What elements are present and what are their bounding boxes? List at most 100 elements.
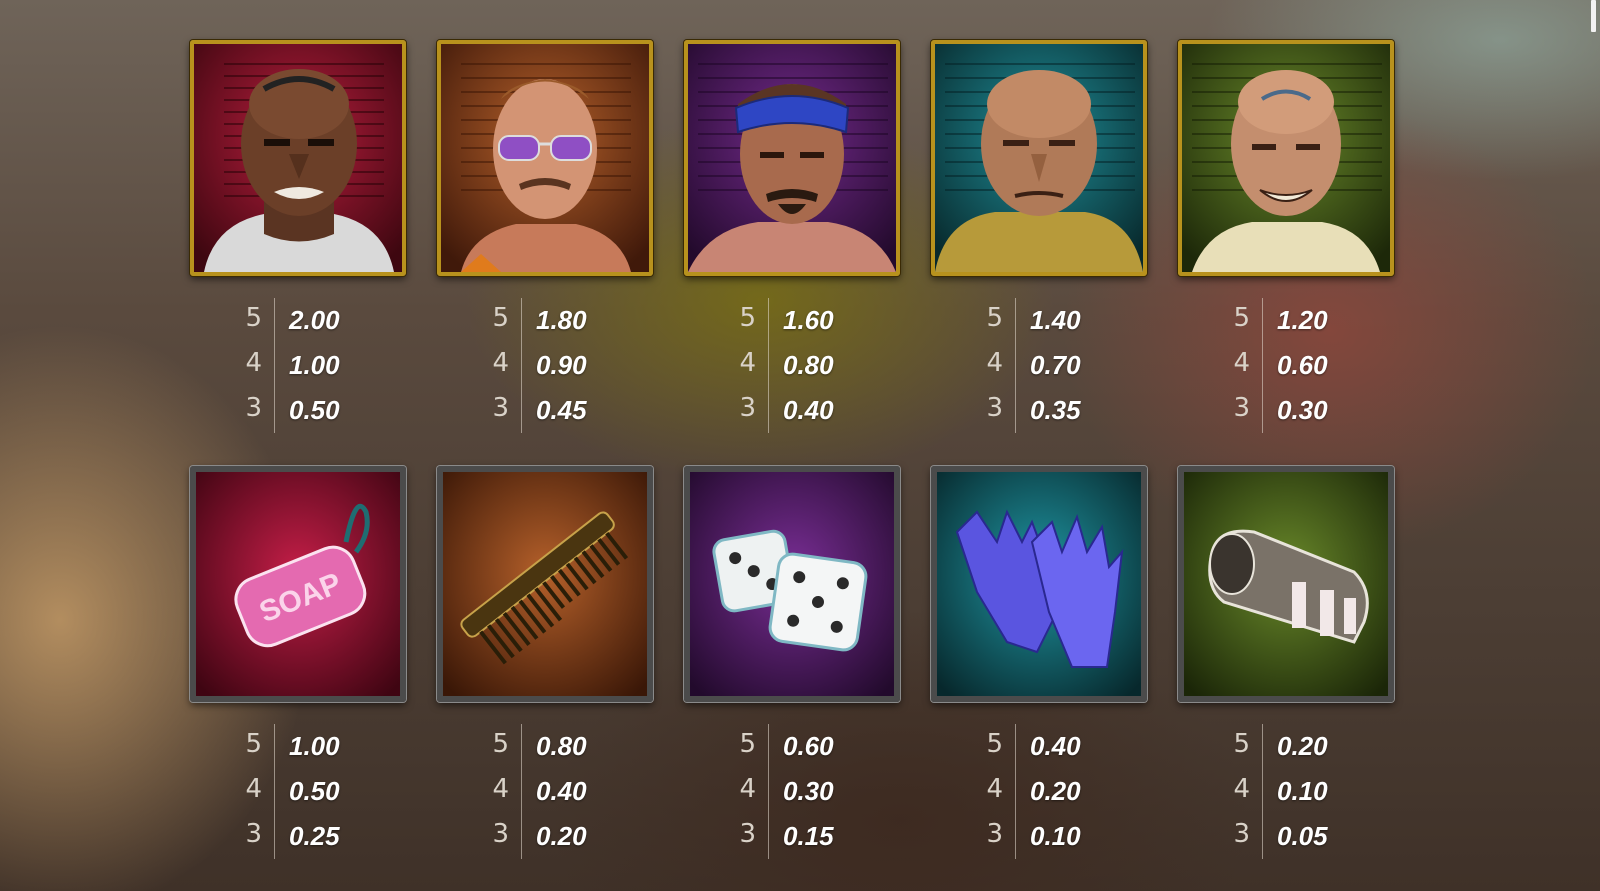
payout-value: 0.35: [1030, 395, 1081, 425]
payout-value: 0.45: [536, 395, 587, 425]
payout-value: 0.60: [1277, 350, 1328, 380]
scrollbar-thumb[interactable]: [1591, 0, 1596, 32]
payout-count: 3: [729, 388, 769, 433]
paytable: 5 1.20 4 0.60 3 0.30: [1178, 298, 1394, 433]
payout-count: 5: [1223, 298, 1263, 343]
payout-value: 0.80: [783, 350, 834, 380]
symbol-frame: SOAP: [190, 466, 406, 702]
payout-count: 5: [482, 298, 522, 343]
payout-count: 4: [482, 769, 522, 814]
payout-value: 0.40: [536, 776, 587, 806]
soap-icon: SOAP: [196, 472, 400, 696]
payout-value: 0.80: [536, 731, 587, 761]
payout-value: 0.25: [289, 821, 340, 851]
payout-value: 0.90: [536, 350, 587, 380]
symbol-card-orange-inmate: 5 1.80 4 0.90 3 0.45: [437, 40, 653, 433]
symbol-card-gloves: 5 0.40 4 0.20 3 0.10: [931, 466, 1147, 859]
symbol-card-red-inmate: 5 2.00 4 1.00 3 0.50: [190, 40, 406, 433]
gloves-icon: [937, 472, 1141, 696]
payout-value: 0.60: [783, 731, 834, 761]
payout-value: 0.40: [783, 395, 834, 425]
payout-value: 0.15: [783, 821, 834, 851]
payout-value: 0.40: [1030, 731, 1081, 761]
payout-count: 5: [235, 724, 275, 769]
comb-icon: [443, 472, 647, 696]
symbol-frame: [437, 40, 653, 276]
payout-count: 4: [976, 343, 1016, 388]
bald-inmate-portrait: [935, 44, 1143, 272]
symbol-card-comb: 5 0.80 4 0.40 3 0.20: [437, 466, 653, 859]
payout-count: 5: [976, 724, 1016, 769]
payout-count: 5: [235, 298, 275, 343]
symbol-card-sock: 5 0.20 4 0.10 3 0.05: [1178, 466, 1394, 859]
payout-value: 0.20: [1277, 731, 1328, 761]
paytable: 5 0.40 4 0.20 3 0.10: [931, 724, 1147, 859]
symbol-frame: [1178, 466, 1394, 702]
symbol-card-purple-inmate: 5 1.60 4 0.80 3 0.40: [684, 40, 900, 433]
payout-count: 4: [235, 769, 275, 814]
payout-value: 1.80: [536, 305, 587, 335]
sock-icon: [1184, 472, 1388, 696]
symbol-card-dice: 5 0.60 4 0.30 3 0.15: [684, 466, 900, 859]
item-symbols-row: SOAP 5 1.00 4 0.50 3 0.25 5 0.80 4 0.40 …: [190, 466, 1394, 859]
payout-count: 5: [729, 724, 769, 769]
symbol-frame: [684, 40, 900, 276]
payout-count: 3: [235, 388, 275, 433]
payout-count: 3: [482, 388, 522, 433]
symbol-frame: [190, 40, 406, 276]
payout-count: 3: [976, 388, 1016, 433]
payout-count: 5: [482, 724, 522, 769]
payout-value: 0.10: [1030, 821, 1081, 851]
symbol-card-soap: SOAP 5 1.00 4 0.50 3 0.25: [190, 466, 406, 859]
payout-value: 1.00: [289, 350, 340, 380]
payout-value: 0.30: [1277, 395, 1328, 425]
payout-value: 1.60: [783, 305, 834, 335]
payout-count: 5: [976, 298, 1016, 343]
symbol-card-green-inmate: 5 1.20 4 0.60 3 0.30: [1178, 40, 1394, 433]
symbol-frame: [931, 40, 1147, 276]
lucky-inmate-portrait: [1182, 44, 1390, 272]
payout-value: 1.00: [289, 731, 340, 761]
payout-count: 4: [729, 769, 769, 814]
symbol-frame: [437, 466, 653, 702]
payout-count: 5: [729, 298, 769, 343]
symbol-card-teal-inmate: 5 1.40 4 0.70 3 0.35: [931, 40, 1147, 433]
payout-count: 3: [1223, 814, 1263, 859]
payout-value: 0.50: [289, 395, 340, 425]
paytable: 5 1.60 4 0.80 3 0.40: [684, 298, 900, 433]
paytable: 5 1.80 4 0.90 3 0.45: [437, 298, 653, 433]
payout-value: 0.70: [1030, 350, 1081, 380]
payout-count: 5: [1223, 724, 1263, 769]
payout-value: 0.50: [289, 776, 340, 806]
payout-count: 3: [976, 814, 1016, 859]
payout-value: 0.20: [536, 821, 587, 851]
payout-count: 3: [1223, 388, 1263, 433]
payout-count: 4: [482, 343, 522, 388]
paytable: 5 1.40 4 0.70 3 0.35: [931, 298, 1147, 433]
payout-count: 3: [482, 814, 522, 859]
payout-count: 3: [235, 814, 275, 859]
paytable: 5 2.00 4 1.00 3 0.50: [190, 298, 406, 433]
payout-count: 4: [235, 343, 275, 388]
symbol-frame: [1178, 40, 1394, 276]
symbol-frame: [684, 466, 900, 702]
bandana-inmate-portrait: [688, 44, 896, 272]
payout-count: 4: [1223, 769, 1263, 814]
payout-value: 0.30: [783, 776, 834, 806]
dice-icon: [690, 472, 894, 696]
sunglasses-inmate-portrait: [441, 44, 649, 272]
payout-value: 2.00: [289, 305, 340, 335]
payout-count: 4: [976, 769, 1016, 814]
payout-count: 4: [729, 343, 769, 388]
payout-value: 0.05: [1277, 821, 1328, 851]
payout-value: 0.20: [1030, 776, 1081, 806]
payout-count: 4: [1223, 343, 1263, 388]
payout-value: 0.10: [1277, 776, 1328, 806]
payout-value: 1.20: [1277, 305, 1328, 335]
paytable: 5 0.80 4 0.40 3 0.20: [437, 724, 653, 859]
paytable: 5 0.60 4 0.30 3 0.15: [684, 724, 900, 859]
payout-value: 1.40: [1030, 305, 1081, 335]
tattooed-inmate-portrait: [194, 44, 402, 272]
character-symbols-row: 5 2.00 4 1.00 3 0.50 5 1.80 4 0.90 3 0.4…: [190, 40, 1394, 433]
paytable: 5 0.20 4 0.10 3 0.05: [1178, 724, 1394, 859]
